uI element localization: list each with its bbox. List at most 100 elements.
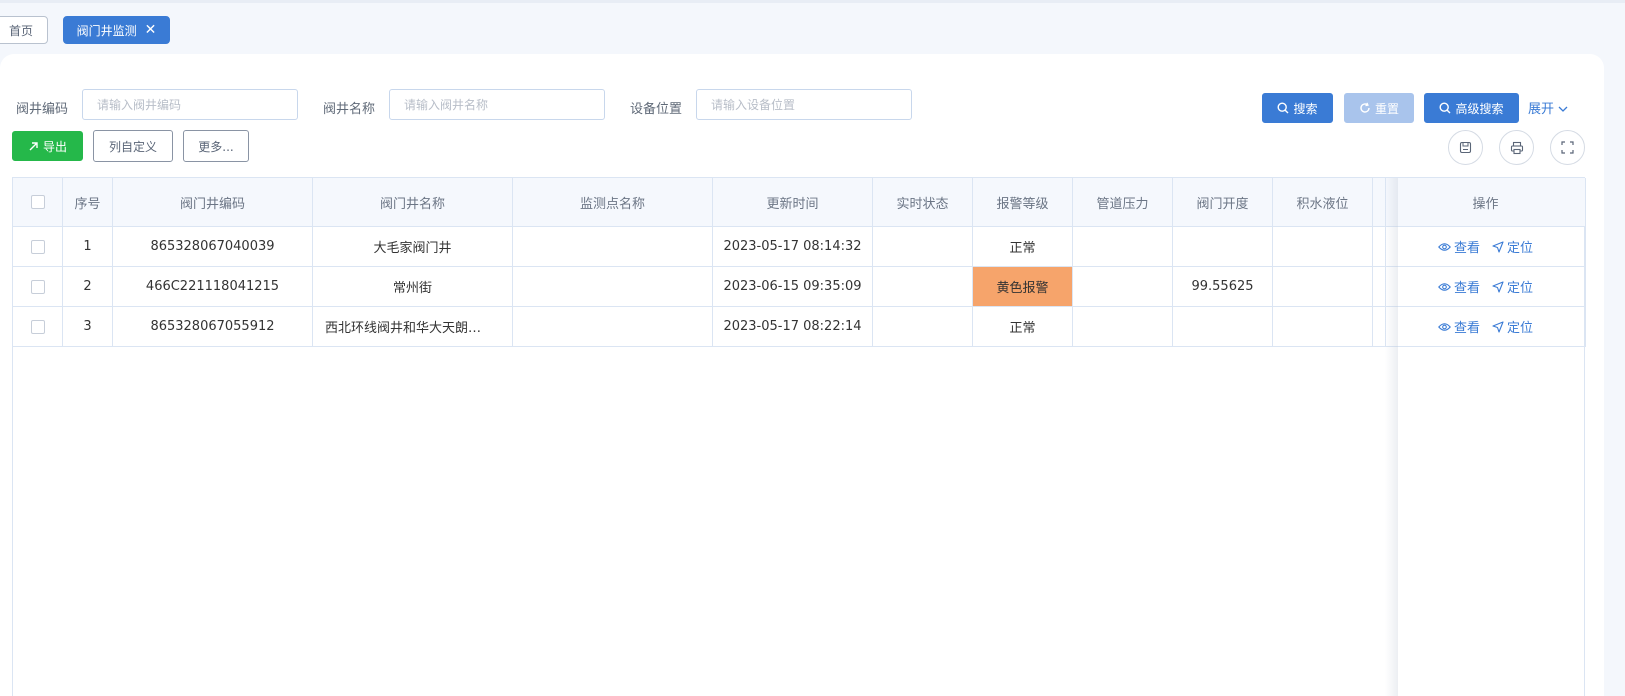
tab-valve-well-monitor[interactable]: 阀门井监测 ✕ <box>63 16 170 44</box>
save-icon-glyph <box>1459 141 1472 154</box>
tab-label: 阀门井监测 <box>76 23 137 38</box>
expand-label: 展开 <box>1528 102 1555 117</box>
view-button[interactable]: 查看 <box>1438 277 1480 296</box>
export-button-label: 导出 <box>42 139 67 154</box>
cell-gap <box>1373 267 1386 306</box>
print-icon[interactable] <box>1499 130 1534 165</box>
cell-point <box>513 267 713 306</box>
search-button-label: 搜索 <box>1293 101 1318 116</box>
data-table: 序号 阀门井编码 阀门井名称 监测点名称 更新时间 实时状态 报警等级 管道压力… <box>12 177 1586 696</box>
view-label: 查看 <box>1453 281 1480 296</box>
cell-index: 3 <box>63 307 113 346</box>
filter-name-label: 阀井名称 <box>323 102 376 117</box>
more-button[interactable]: 更多... <box>183 130 249 162</box>
table-row: 1 865328067040039 大毛家阀门井 2023-05-17 08:1… <box>13 227 1586 267</box>
eye-icon <box>1438 242 1451 251</box>
cell-point <box>513 307 713 346</box>
header-status: 实时状态 <box>873 178 973 226</box>
table-header: 序号 阀门井编码 阀门井名称 监测点名称 更新时间 实时状态 报警等级 管道压力… <box>13 178 1586 227</box>
header-code: 阀门井编码 <box>113 178 313 226</box>
advanced-search-button[interactable]: 高级搜索 <box>1424 93 1519 123</box>
locate-label: 定位 <box>1507 241 1534 256</box>
cell-ops: 查看 定位 <box>1386 307 1586 346</box>
filter-code-label: 阀井编码 <box>16 102 69 117</box>
cell-updated: 2023-06-15 09:35:09 <box>713 267 873 306</box>
cell-alarm: 正常 <box>973 307 1073 346</box>
cell-ops: 查看 定位 <box>1386 267 1586 306</box>
cell-status <box>873 227 973 266</box>
cell-updated: 2023-05-17 08:14:32 <box>713 227 873 266</box>
cell-code: 865328067055912 <box>113 307 313 346</box>
locate-button[interactable]: 定位 <box>1492 237 1533 256</box>
cell-updated: 2023-05-17 08:22:14 <box>713 307 873 346</box>
cell-water <box>1273 307 1373 346</box>
column-custom-button[interactable]: 列自定义 <box>93 130 173 162</box>
reset-button[interactable]: 重置 <box>1344 93 1414 123</box>
tab-home[interactable]: 首页 <box>0 16 48 44</box>
cell-water <box>1273 227 1373 266</box>
row-checkbox[interactable] <box>30 279 45 294</box>
cell-gap <box>1373 307 1386 346</box>
cell-point <box>513 227 713 266</box>
cell-name: 大毛家阀门井 <box>313 227 513 266</box>
close-icon[interactable]: ✕ <box>145 23 157 37</box>
expand-toggle[interactable]: 展开 <box>1528 98 1568 117</box>
header-alarm: 报警等级 <box>973 178 1073 226</box>
view-label: 查看 <box>1453 321 1480 336</box>
navigation-icon <box>1492 320 1504 333</box>
navigation-icon <box>1492 240 1504 253</box>
cell-opening <box>1173 227 1273 266</box>
search-button[interactable]: 搜索 <box>1262 93 1333 123</box>
code-input[interactable] <box>82 89 298 120</box>
row-select[interactable] <box>13 307 63 346</box>
header-name: 阀门井名称 <box>313 178 513 226</box>
cell-code: 865328067040039 <box>113 227 313 266</box>
eye-icon <box>1438 322 1451 331</box>
header-index: 序号 <box>63 178 113 226</box>
cell-opening <box>1173 307 1273 346</box>
header-updated: 更新时间 <box>713 178 873 226</box>
cell-pressure <box>1073 227 1173 266</box>
view-button[interactable]: 查看 <box>1438 237 1480 256</box>
header-pressure: 管道压力 <box>1073 178 1173 226</box>
arrow-up-right-icon <box>29 141 38 150</box>
export-button[interactable]: 导出 <box>12 131 83 161</box>
location-input[interactable] <box>696 89 912 120</box>
cell-opening: 99.55625 <box>1173 267 1273 306</box>
view-label: 查看 <box>1453 241 1480 256</box>
row-select[interactable] <box>13 267 63 306</box>
row-checkbox[interactable] <box>30 319 45 334</box>
cell-alarm: 黄色报警 <box>973 267 1073 306</box>
search-icon <box>1439 102 1451 114</box>
locate-button[interactable]: 定位 <box>1492 277 1533 296</box>
save-icon[interactable] <box>1448 130 1483 165</box>
advanced-search-label: 高级搜索 <box>1455 101 1504 116</box>
chevron-down-icon <box>1558 106 1568 112</box>
header-opening: 阀门开度 <box>1173 178 1273 226</box>
top-border <box>0 0 1625 3</box>
printer-icon <box>1510 141 1523 154</box>
table-row: 3 865328067055912 西北环线阀井和华大天朗… 2023-05-1… <box>13 307 1586 347</box>
fullscreen-icon[interactable] <box>1550 130 1585 165</box>
refresh-icon <box>1360 102 1370 113</box>
cell-name: 常州街 <box>313 267 513 306</box>
locate-label: 定位 <box>1507 281 1534 296</box>
header-ops: 操作 <box>1386 178 1586 226</box>
search-icon <box>1277 102 1289 114</box>
header-point: 监测点名称 <box>513 178 713 226</box>
select-all-checkbox[interactable] <box>30 195 45 209</box>
header-select-all[interactable] <box>13 178 63 226</box>
row-select[interactable] <box>13 227 63 266</box>
cell-name: 西北环线阀井和华大天朗… <box>313 307 513 346</box>
cell-code: 466C221118041215 <box>113 267 313 306</box>
cell-alarm: 正常 <box>973 227 1073 266</box>
cell-water <box>1273 267 1373 306</box>
navigation-icon <box>1492 280 1504 293</box>
reset-button-label: 重置 <box>1374 101 1399 116</box>
view-button[interactable]: 查看 <box>1438 317 1480 336</box>
locate-button[interactable]: 定位 <box>1492 317 1533 336</box>
row-checkbox[interactable] <box>30 239 45 254</box>
filter-location-label: 设备位置 <box>630 102 683 117</box>
name-input[interactable] <box>389 89 605 120</box>
cell-ops: 查看 定位 <box>1386 227 1586 266</box>
